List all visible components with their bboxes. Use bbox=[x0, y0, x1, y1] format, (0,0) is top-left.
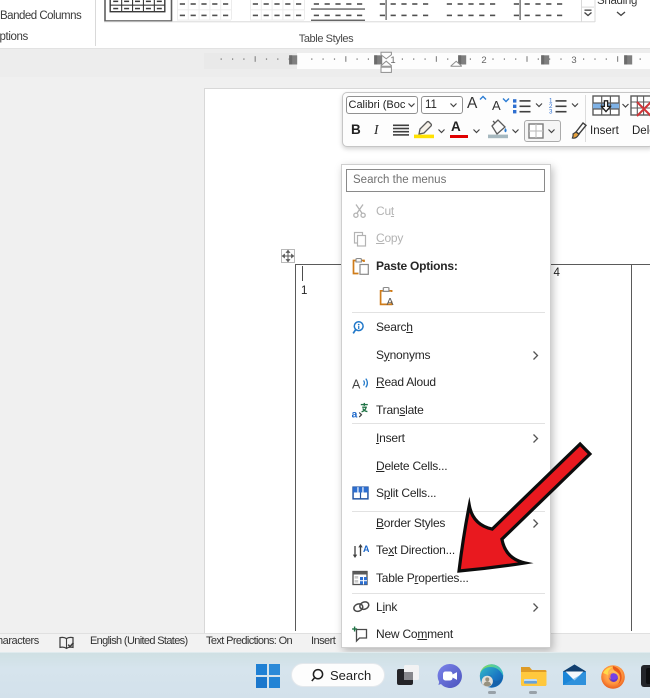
svg-text:a: a bbox=[352, 409, 358, 420]
svg-text:2: 2 bbox=[481, 55, 486, 66]
svg-text:A: A bbox=[352, 377, 361, 391]
svg-text:1: 1 bbox=[390, 55, 395, 66]
svg-text:A: A bbox=[386, 296, 393, 306]
svg-text:3: 3 bbox=[549, 108, 553, 114]
svg-text:3: 3 bbox=[571, 55, 576, 66]
svg-text:A: A bbox=[363, 544, 369, 554]
